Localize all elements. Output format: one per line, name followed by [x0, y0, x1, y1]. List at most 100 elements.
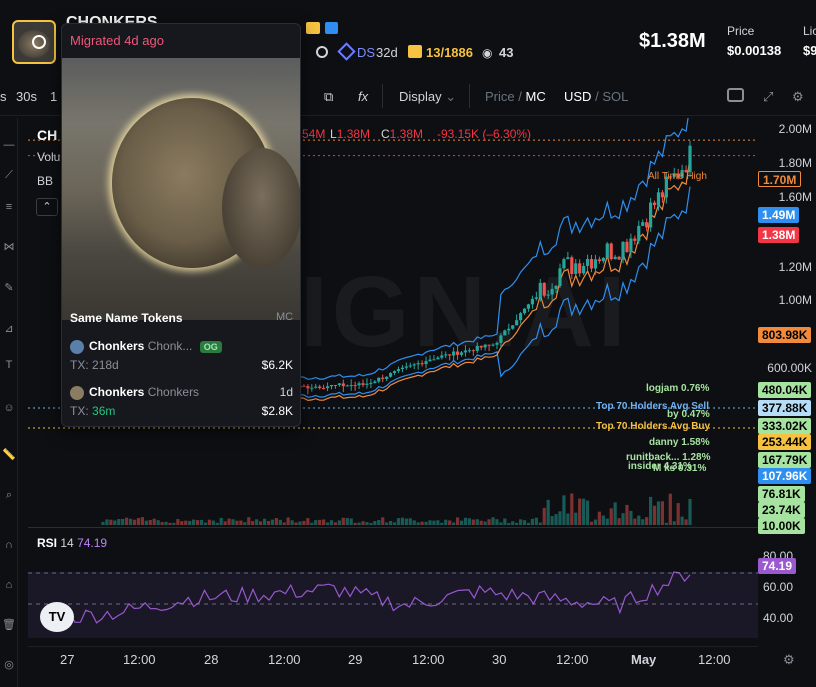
candle-body: [361, 383, 365, 385]
time-tick: 28: [204, 652, 219, 667]
volume-bar: [388, 521, 393, 525]
volume-bar: [140, 517, 144, 525]
volume-bar: [322, 519, 326, 525]
token-hover-card: Migrated 4d ago Same Name Tokens MC Chon…: [61, 23, 301, 427]
volume-bar: [495, 519, 499, 525]
candle-body: [625, 241, 629, 253]
eye-icon[interactable]: ◎: [2, 658, 16, 672]
edit-icon[interactable]: [325, 22, 338, 34]
volume-bar: [282, 522, 286, 525]
display-dropdown[interactable]: Display ⌄: [399, 89, 456, 105]
migrated-label: Migrated 4d ago: [70, 33, 164, 48]
volume-bar: [601, 515, 605, 525]
legend-bb: BB: [37, 174, 54, 188]
volume-bar: [207, 519, 211, 525]
volume-bar: [369, 522, 373, 525]
trash-icon[interactable]: 🗑: [2, 618, 16, 632]
candle-body: [574, 263, 578, 274]
legend-volume: Volu: [37, 150, 61, 164]
lock-icon[interactable]: ⌂: [2, 578, 16, 592]
volume-bar: [558, 511, 562, 525]
indicators-icon[interactable]: ⧉: [324, 89, 333, 105]
legend-h-value: 54M: [302, 127, 326, 141]
candle-body: [522, 308, 527, 314]
settings-icon[interactable]: ⚙: [783, 652, 795, 668]
volume-bar: [633, 518, 637, 525]
search-icon[interactable]: [316, 46, 328, 58]
candle-body: [337, 383, 341, 385]
fx-icon[interactable]: fx: [358, 89, 368, 104]
volume-bar: [483, 521, 487, 525]
candle-body: [440, 355, 444, 358]
tradingview-logo[interactable]: TV: [40, 602, 74, 632]
volume-bar: [113, 520, 117, 525]
candle-body: [526, 304, 531, 309]
volume-bar: [530, 518, 535, 525]
time-tick: 12:00: [268, 652, 301, 667]
volume-bar: [550, 516, 554, 525]
volume-bar: [656, 501, 661, 525]
interval-s[interactable]: s: [0, 89, 7, 104]
gear-icon[interactable]: ⚙: [792, 89, 804, 105]
people-icon[interactable]: [306, 22, 320, 34]
candle-body: [542, 282, 546, 296]
volume-bar: [479, 520, 483, 525]
volume-bar: [609, 508, 613, 525]
candle-body: [467, 350, 471, 352]
top70-avg-buy: Top 70 Holders Avg Buy: [596, 421, 711, 432]
same-name-token-row[interactable]: Chonkers Chonkers 1d TX: 36m $2.8K: [62, 378, 300, 424]
token-avatar[interactable]: [12, 20, 56, 64]
candle-body: [432, 359, 436, 361]
volume-bar: [436, 520, 440, 525]
fib-icon[interactable]: ≡: [2, 200, 16, 214]
volume-bar: [251, 521, 255, 525]
collapse-legend-button[interactable]: ⌃: [36, 198, 58, 216]
emoji-icon[interactable]: ☺: [2, 401, 16, 415]
volume-bar: [605, 518, 609, 525]
zoom-icon[interactable]: ⌕: [2, 488, 16, 502]
price-mc-toggle[interactable]: Price / MC: [485, 89, 546, 104]
pattern-icon[interactable]: ⋈: [2, 240, 16, 254]
volume-bar: [625, 504, 629, 525]
candle-body: [656, 192, 661, 206]
holder-danny: danny 1.58%: [649, 437, 710, 448]
candle-body: [601, 257, 605, 262]
measure-icon[interactable]: ⊿: [2, 322, 16, 336]
volume-bar: [117, 519, 121, 525]
volume-bar: [645, 517, 649, 525]
trendline-icon[interactable]: ⟋: [2, 168, 16, 182]
candle-body: [609, 243, 613, 260]
volume-bar: [507, 522, 511, 525]
same-name-token-row[interactable]: Chonkers Chonk... OG TX: 218d $6.2K: [62, 332, 300, 378]
price-level-tag: 253.44K: [758, 434, 812, 450]
volume-bar: [239, 520, 243, 525]
candle-body: [373, 381, 377, 383]
brush-icon[interactable]: ✎: [2, 281, 16, 295]
volume-bar: [526, 522, 531, 525]
candle-body: [325, 386, 330, 389]
volume-bar: [471, 519, 475, 525]
volume-bar: [144, 520, 148, 525]
volume-bar: [349, 518, 353, 525]
currency-toggle[interactable]: USD / SOL: [564, 89, 628, 104]
holders-ratio: 13/1886: [426, 45, 473, 60]
price-level-tag: 333.02K: [758, 418, 812, 434]
text-icon[interactable]: T: [2, 358, 16, 372]
crosshair-icon[interactable]: —: [2, 138, 16, 152]
volume-bar: [172, 522, 176, 525]
candle-body: [318, 386, 322, 389]
candle-body: [487, 344, 491, 346]
volume-bar: [258, 521, 263, 525]
legend-change: -93.15K (–6.30%): [437, 127, 532, 141]
volume-bar: [672, 521, 676, 525]
volume-bar: [649, 496, 653, 525]
interval-30s[interactable]: 30s: [16, 89, 37, 104]
magnet-icon[interactable]: ∩: [2, 538, 16, 552]
interval-1[interactable]: 1: [50, 89, 57, 104]
expand-icon[interactable]: ⤢: [763, 89, 773, 105]
ds-label: DS: [357, 45, 376, 60]
candle-body: [585, 258, 590, 266]
candle-body: [511, 325, 515, 329]
camera-icon[interactable]: [727, 88, 744, 102]
ruler-icon[interactable]: 📏: [2, 448, 16, 462]
